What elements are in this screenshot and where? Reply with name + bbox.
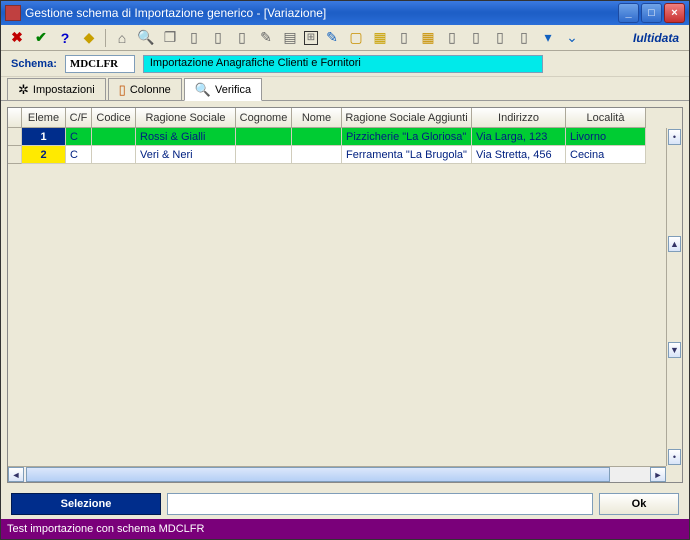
tab-label: Colonne (130, 84, 171, 96)
columns-icon: ▯ (119, 82, 126, 98)
scroll-track[interactable] (24, 467, 650, 482)
report-icon[interactable]: ▯ (394, 28, 414, 48)
cell-nome (292, 146, 342, 164)
scroll-end-icon[interactable]: • (668, 449, 681, 465)
cell-codice (92, 128, 136, 146)
cell-codice (92, 146, 136, 164)
tab-bar: ✲ Impostazioni ▯ Colonne 🔍 Verifica (1, 77, 689, 101)
light-icon[interactable]: ◆ (79, 28, 99, 48)
scroll-thumb[interactable] (26, 467, 610, 482)
col-codice[interactable]: Codice (92, 108, 136, 128)
col-selector[interactable] (8, 108, 22, 128)
home-icon[interactable]: ⌂ (112, 28, 132, 48)
col-localita[interactable]: Località (566, 108, 646, 128)
window-titlebar: Gestione schema di Importazione generico… (1, 1, 689, 25)
table-row[interactable]: 2 C Veri & Neri Ferramenta "La Brugola" … (8, 146, 682, 164)
page2-icon[interactable]: ▯ (466, 28, 486, 48)
scroll-marker-icon[interactable]: • (668, 129, 681, 145)
calendar-icon[interactable]: ▦ (418, 28, 438, 48)
confirm-icon[interactable]: ✔ (31, 28, 51, 48)
edit-icon[interactable]: ✎ (256, 28, 276, 48)
document3-icon[interactable]: ▯ (232, 28, 252, 48)
cell-cognome (236, 146, 292, 164)
scroll-down-icon[interactable]: ▼ (668, 342, 681, 358)
folder-icon[interactable]: ▢ (346, 28, 366, 48)
separator (105, 29, 106, 47)
status-text: Test importazione con schema MDCLFR (7, 523, 204, 535)
minimize-button[interactable]: _ (618, 3, 639, 23)
document2-icon[interactable]: ▯ (208, 28, 228, 48)
window-icon[interactable]: ⊞ (304, 31, 318, 45)
app-icon (5, 5, 21, 21)
cell-localita: Livorno (566, 128, 646, 146)
selezione-button[interactable]: Selezione (11, 493, 161, 515)
tab-verifica[interactable]: 🔍 Verifica (184, 78, 262, 101)
clipboard-icon[interactable]: ▯ (514, 28, 534, 48)
page-icon[interactable]: ▯ (442, 28, 462, 48)
gear-icon: ✲ (18, 82, 29, 98)
cancel-icon[interactable]: ✖ (7, 28, 27, 48)
brand-logo: Iultidata (633, 31, 683, 45)
cell-ragione: Rossi & Gialli (136, 128, 236, 146)
cell-num: 1 (22, 128, 66, 146)
scroll-left-icon[interactable]: ◄ (8, 467, 24, 482)
collapse-icon[interactable]: ⌄ (562, 28, 582, 48)
cell-cf: C (66, 146, 92, 164)
cell-localita: Cecina (566, 146, 646, 164)
col-indirizzo[interactable]: Indirizzo (472, 108, 566, 128)
selection-display (167, 493, 593, 515)
col-nome[interactable]: Nome (292, 108, 342, 128)
data-grid[interactable]: Eleme C/F Codice Ragione Sociale Cognome… (7, 107, 683, 483)
vertical-scrollbar[interactable]: • ▲ ▼ • (666, 128, 682, 466)
scroll-right-icon[interactable]: ► (650, 467, 666, 482)
cell-ragagg: Ferramenta "La Brugola" (342, 146, 472, 164)
row-marker (8, 146, 22, 164)
close-button[interactable]: × (664, 3, 685, 23)
horizontal-scrollbar[interactable]: ◄ ► (8, 466, 666, 482)
col-cf[interactable]: C/F (66, 108, 92, 128)
status-bar: Test importazione con schema MDCLFR (1, 519, 689, 539)
cell-cf: C (66, 128, 92, 146)
document-icon[interactable]: ▯ (184, 28, 204, 48)
cell-num: 2 (22, 146, 66, 164)
cell-ragione: Veri & Neri (136, 146, 236, 164)
page3-icon[interactable]: ▯ (490, 28, 510, 48)
cell-nome (292, 128, 342, 146)
tab-colonne[interactable]: ▯ Colonne (108, 78, 182, 100)
cell-ragagg: Pizzicherie "La Gloriosa" (342, 128, 472, 146)
grid-panel: Eleme C/F Codice Ragione Sociale Cognome… (1, 101, 689, 489)
pencil-icon[interactable]: ✎ (322, 28, 342, 48)
col-elemento[interactable]: Eleme (22, 108, 66, 128)
table-row[interactable]: 1 C Rossi & Gialli Pizzicherie "La Glori… (8, 128, 682, 146)
tab-label: Impostazioni (33, 84, 95, 96)
col-ragione-agg[interactable]: Ragione Sociale Aggiunti (342, 108, 472, 128)
schema-description: Importazione Anagrafiche Clienti e Forni… (143, 55, 543, 73)
tab-impostazioni[interactable]: ✲ Impostazioni (7, 78, 106, 100)
grid-header: Eleme C/F Codice Ragione Sociale Cognome… (8, 108, 682, 128)
list-icon[interactable]: ▤ (280, 28, 300, 48)
schema-label: Schema: (11, 58, 57, 70)
magnifier-icon: 🔍 (195, 82, 211, 98)
scroll-up-icon[interactable]: ▲ (668, 236, 681, 252)
help-icon[interactable]: ? (55, 28, 75, 48)
chart-icon[interactable]: ▦ (370, 28, 390, 48)
window-title: Gestione schema di Importazione generico… (25, 6, 618, 20)
col-cognome[interactable]: Cognome (236, 108, 292, 128)
maximize-button[interactable]: □ (641, 3, 662, 23)
copy-icon[interactable]: ❐ (160, 28, 180, 48)
ok-button[interactable]: Ok (599, 493, 679, 515)
tab-label: Verifica (215, 84, 251, 96)
cell-indirizzo: Via Stretta, 456 (472, 146, 566, 164)
search-icon[interactable]: 🔍 (136, 28, 156, 48)
dropdown-icon[interactable]: ▾ (538, 28, 558, 48)
cell-cognome (236, 128, 292, 146)
cell-indirizzo: Via Larga, 123 (472, 128, 566, 146)
row-marker (8, 128, 22, 146)
schema-input[interactable] (65, 55, 135, 73)
col-ragione[interactable]: Ragione Sociale (136, 108, 236, 128)
button-bar: Selezione Ok (1, 489, 689, 519)
schema-bar: Schema: Importazione Anagrafiche Clienti… (1, 51, 689, 77)
main-toolbar: ✖ ✔ ? ◆ ⌂ 🔍 ❐ ▯ ▯ ▯ ✎ ▤ ⊞ ✎ ▢ ▦ ▯ ▦ ▯ ▯ … (1, 25, 689, 51)
